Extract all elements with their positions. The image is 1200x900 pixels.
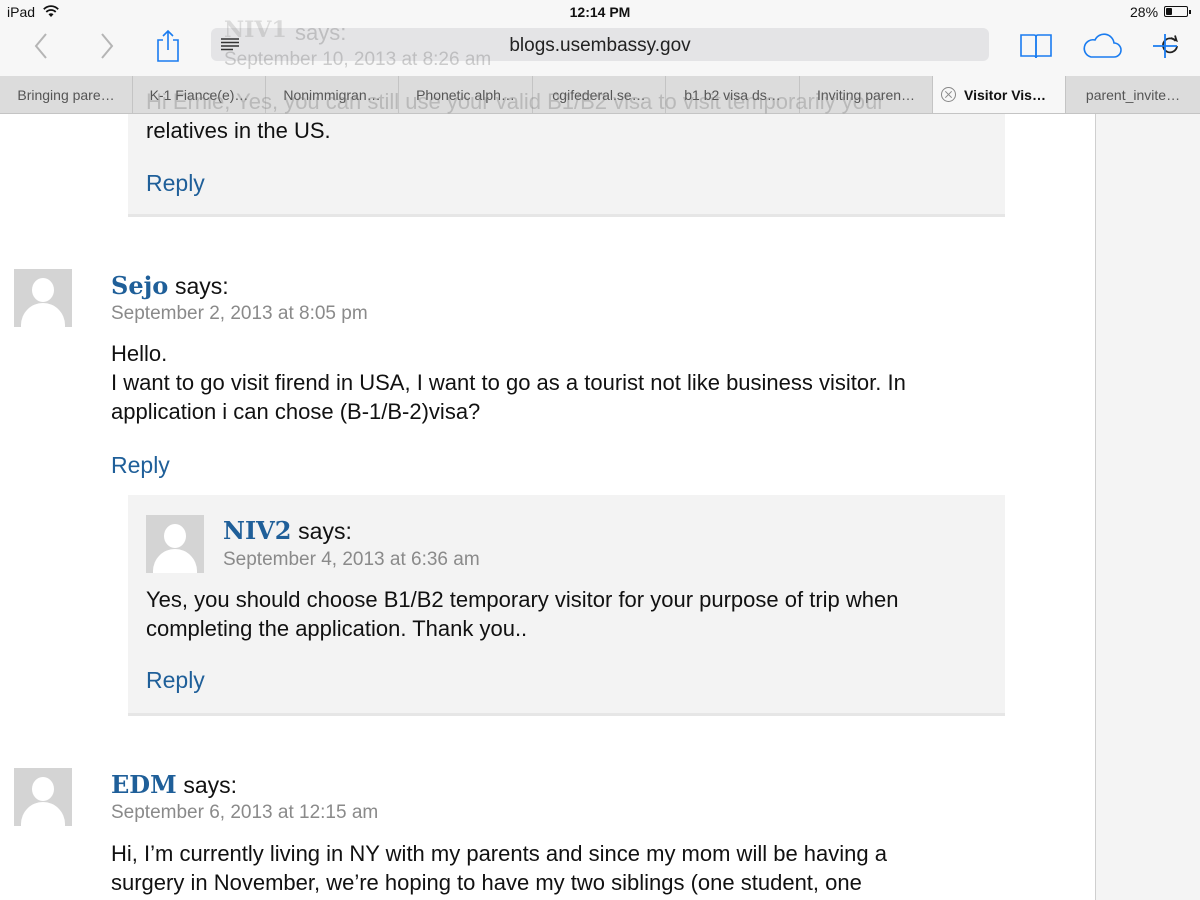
forward-button[interactable] bbox=[92, 24, 122, 68]
avatar bbox=[14, 269, 72, 327]
close-tab-icon[interactable] bbox=[941, 87, 956, 102]
says-label: says: bbox=[298, 518, 352, 544]
comment-date[interactable]: September 6, 2013 at 12:15 am bbox=[111, 802, 378, 824]
battery-fill bbox=[1166, 8, 1172, 15]
says-label: says: bbox=[183, 772, 238, 798]
tab-item[interactable]: Bringing pare… bbox=[0, 76, 133, 113]
ghost-date: September 10, 2013 at 8:26 am bbox=[224, 49, 492, 70]
tab-active[interactable]: Visitor Vis… bbox=[933, 76, 1066, 113]
book-icon bbox=[1020, 34, 1052, 59]
back-button[interactable] bbox=[26, 24, 56, 68]
new-tab-button[interactable] bbox=[1150, 24, 1180, 68]
chevron-left-icon bbox=[34, 33, 47, 59]
reply-box: NIV2 says: September 4, 2013 at 6:36 am … bbox=[128, 495, 1005, 716]
author-name-link[interactable]: Sejo bbox=[111, 271, 168, 300]
ghost-author: NIV1 bbox=[224, 17, 287, 43]
comment-text: Hi, I’m currently living in NY with my p… bbox=[111, 841, 887, 895]
comment-date[interactable]: September 2, 2013 at 8:05 pm bbox=[111, 303, 368, 325]
browser-toolbar: blogs.usembassy.gov bbox=[0, 24, 1200, 76]
tab-label: parent_invite… bbox=[1085, 86, 1181, 103]
share-button[interactable] bbox=[150, 24, 186, 68]
icloud-tabs-button[interactable] bbox=[1080, 24, 1124, 68]
reply-link[interactable]: Reply bbox=[146, 667, 205, 694]
battery-percent: 28% bbox=[1130, 4, 1159, 20]
avatar bbox=[146, 515, 204, 573]
tab-label: Visitor Vis… bbox=[964, 86, 1046, 103]
says-label: says: bbox=[174, 273, 229, 299]
ghost-says: says: bbox=[295, 20, 347, 45]
ghost-text: Hi Ernie, Yes, you can still use your va… bbox=[146, 89, 885, 114]
page-content: relatives in the US. Reply Sejo says: Se… bbox=[0, 114, 1095, 900]
comment-date[interactable]: September 4, 2013 at 6:36 am bbox=[223, 549, 480, 571]
battery-icon bbox=[1164, 6, 1191, 17]
comment-author: EDM says: bbox=[111, 770, 237, 800]
tab-item[interactable]: parent_invite… bbox=[1066, 76, 1200, 113]
author-name-link[interactable]: NIV2 bbox=[223, 516, 291, 545]
battery-nub bbox=[1189, 10, 1191, 14]
comment-author: NIV2 says: bbox=[223, 516, 352, 546]
reply-link[interactable]: Reply bbox=[111, 452, 170, 479]
chevron-right-icon bbox=[101, 33, 114, 59]
comment-author: Sejo says: bbox=[111, 271, 229, 301]
comment-text: relatives in the US. bbox=[146, 118, 331, 143]
plus-icon bbox=[1153, 34, 1177, 58]
comment-text: Hello. I want to go visit firend in USA,… bbox=[111, 341, 906, 424]
cloud-icon bbox=[1083, 33, 1122, 58]
author-name-link[interactable]: EDM bbox=[111, 770, 177, 799]
comment-text: Yes, you should choose B1/B2 temporary v… bbox=[146, 587, 899, 641]
bookmarks-button[interactable] bbox=[1018, 24, 1054, 68]
clock: 12:14 PM bbox=[569, 4, 631, 20]
status-bar: iPad 12:14 PM 28% bbox=[0, 0, 1200, 24]
tab-label: Bringing pare… bbox=[17, 86, 115, 103]
page-sidebar-edge bbox=[1095, 114, 1200, 900]
share-icon bbox=[157, 29, 179, 62]
avatar bbox=[14, 768, 72, 826]
reply-link[interactable]: Reply bbox=[146, 170, 205, 197]
reply-box: relatives in the US. Reply bbox=[128, 114, 1005, 217]
